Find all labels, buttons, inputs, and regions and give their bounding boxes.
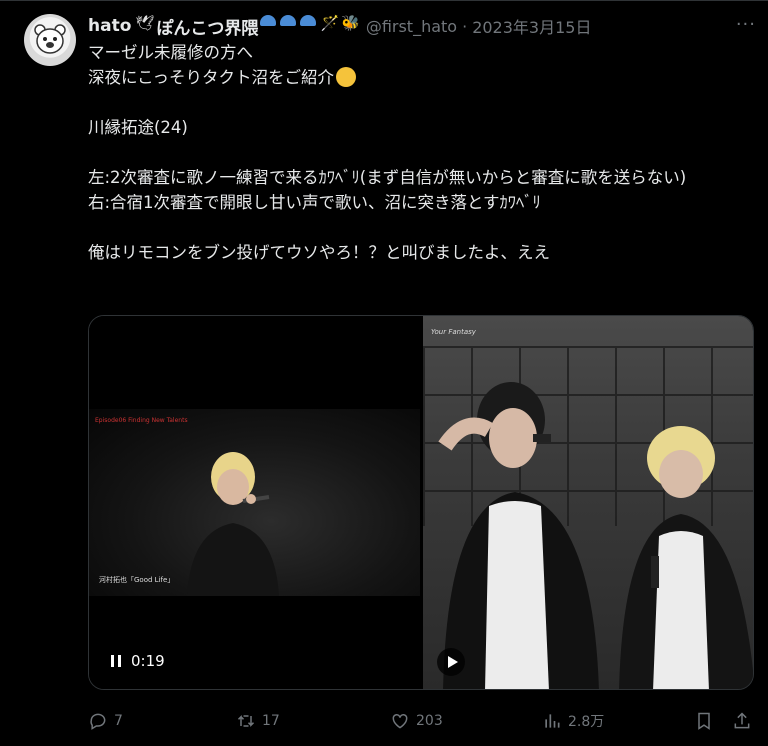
tweet-line [88, 215, 748, 240]
play-button[interactable] [437, 648, 465, 676]
video-overlay-title: Episode06 Finding New Talents [95, 417, 188, 424]
more-options-icon[interactable]: ··· [736, 14, 756, 35]
tweet-line: 俺はリモコンをブン投げてウソやろ！？と叫びましたよ、ええ [88, 243, 550, 262]
bookmark-button[interactable] [694, 711, 714, 731]
tweet-line [88, 90, 748, 115]
avatar[interactable] [24, 14, 76, 66]
view-count: 2.8万 [568, 714, 605, 730]
left-video[interactable]: Episode06 Finding New Talents 河村拓也「Good … [89, 316, 420, 689]
author-name[interactable]: hato [88, 16, 131, 36]
share-icon [734, 712, 750, 729]
right-video[interactable]: Your Fantasy [423, 316, 753, 689]
video-time: 0:19 [131, 652, 165, 670]
heart-icon [392, 713, 408, 729]
tweet-line [88, 140, 748, 165]
separator-dot: · [462, 16, 468, 36]
author-handle[interactable]: @first_hato [366, 17, 457, 36]
video-frame: Episode06 Finding New Talents 河村拓也「Good … [89, 409, 420, 596]
retweet-icon [237, 715, 255, 727]
tweet-line: 深夜にこっそりタクト沼をご紹介 [88, 65, 748, 90]
author-badge-text: ぽんこつ界隈 [156, 18, 259, 39]
tweet-line: 右:合宿1次審査で開眼し甘い声で歌い、沼に突き落とすｶﾜﾍﾞﾘ [88, 193, 541, 212]
pause-icon[interactable] [111, 655, 121, 667]
author-badges: 🕊 ぽんこつ界隈 🪄 🐝 [135, 14, 359, 39]
reply-count: 7 [114, 713, 123, 729]
video-overlay-tag: Your Fantasy [431, 328, 476, 336]
retweet-count: 17 [262, 713, 280, 729]
magic-wand-icon: 🪄 [320, 13, 340, 32]
tweet-header: hato 🕊 ぽんこつ界隈 🪄 🐝 @first_hato · 2023年3月1… [88, 14, 728, 39]
like-count: 203 [416, 713, 443, 729]
tweet-line: 左:2次審査に歌ノ一練習で来るｶﾜﾍﾞﾘ(まず自信が無いからと審査に歌を送らない… [88, 168, 687, 187]
hugging-face-emoji-icon [336, 67, 357, 87]
bear-avatar-icon [34, 24, 66, 54]
tweet-line: 川縁拓途(24) [88, 118, 188, 137]
cap-icon [280, 14, 297, 26]
performers-image [438, 382, 753, 689]
like-button[interactable]: 203 [390, 711, 443, 731]
dove-icon: 🕊 [135, 13, 155, 32]
bookmark-icon [698, 712, 710, 730]
cap-icon [300, 14, 317, 26]
retweet-button[interactable]: 17 [236, 711, 280, 731]
video-controls: 0:19 [111, 652, 165, 670]
video-caption: 河村拓也「Good Life」 [99, 576, 175, 584]
media-container: Episode06 Finding New Talents 河村拓也「Good … [88, 315, 754, 690]
tweet-line: マーゼル未履修の方へ [88, 43, 253, 62]
cap-icon [260, 14, 277, 26]
tweet-text: マーゼル未履修の方へ 深夜にこっそりタクト沼をご紹介 川縁拓途(24) 左:2次… [88, 40, 748, 265]
action-bar: 7 17 203 2.8万 [88, 707, 756, 735]
views-button[interactable]: 2.8万 [542, 711, 604, 731]
top-divider [0, 0, 768, 1]
singer-image [187, 452, 279, 596]
reply-icon [90, 713, 106, 730]
analytics-icon [545, 714, 560, 728]
share-button[interactable] [732, 711, 752, 731]
tweet-date[interactable]: 2023年3月15日 [472, 14, 591, 38]
reply-button[interactable]: 7 [88, 711, 123, 731]
bee-icon: 🐝 [341, 13, 360, 32]
